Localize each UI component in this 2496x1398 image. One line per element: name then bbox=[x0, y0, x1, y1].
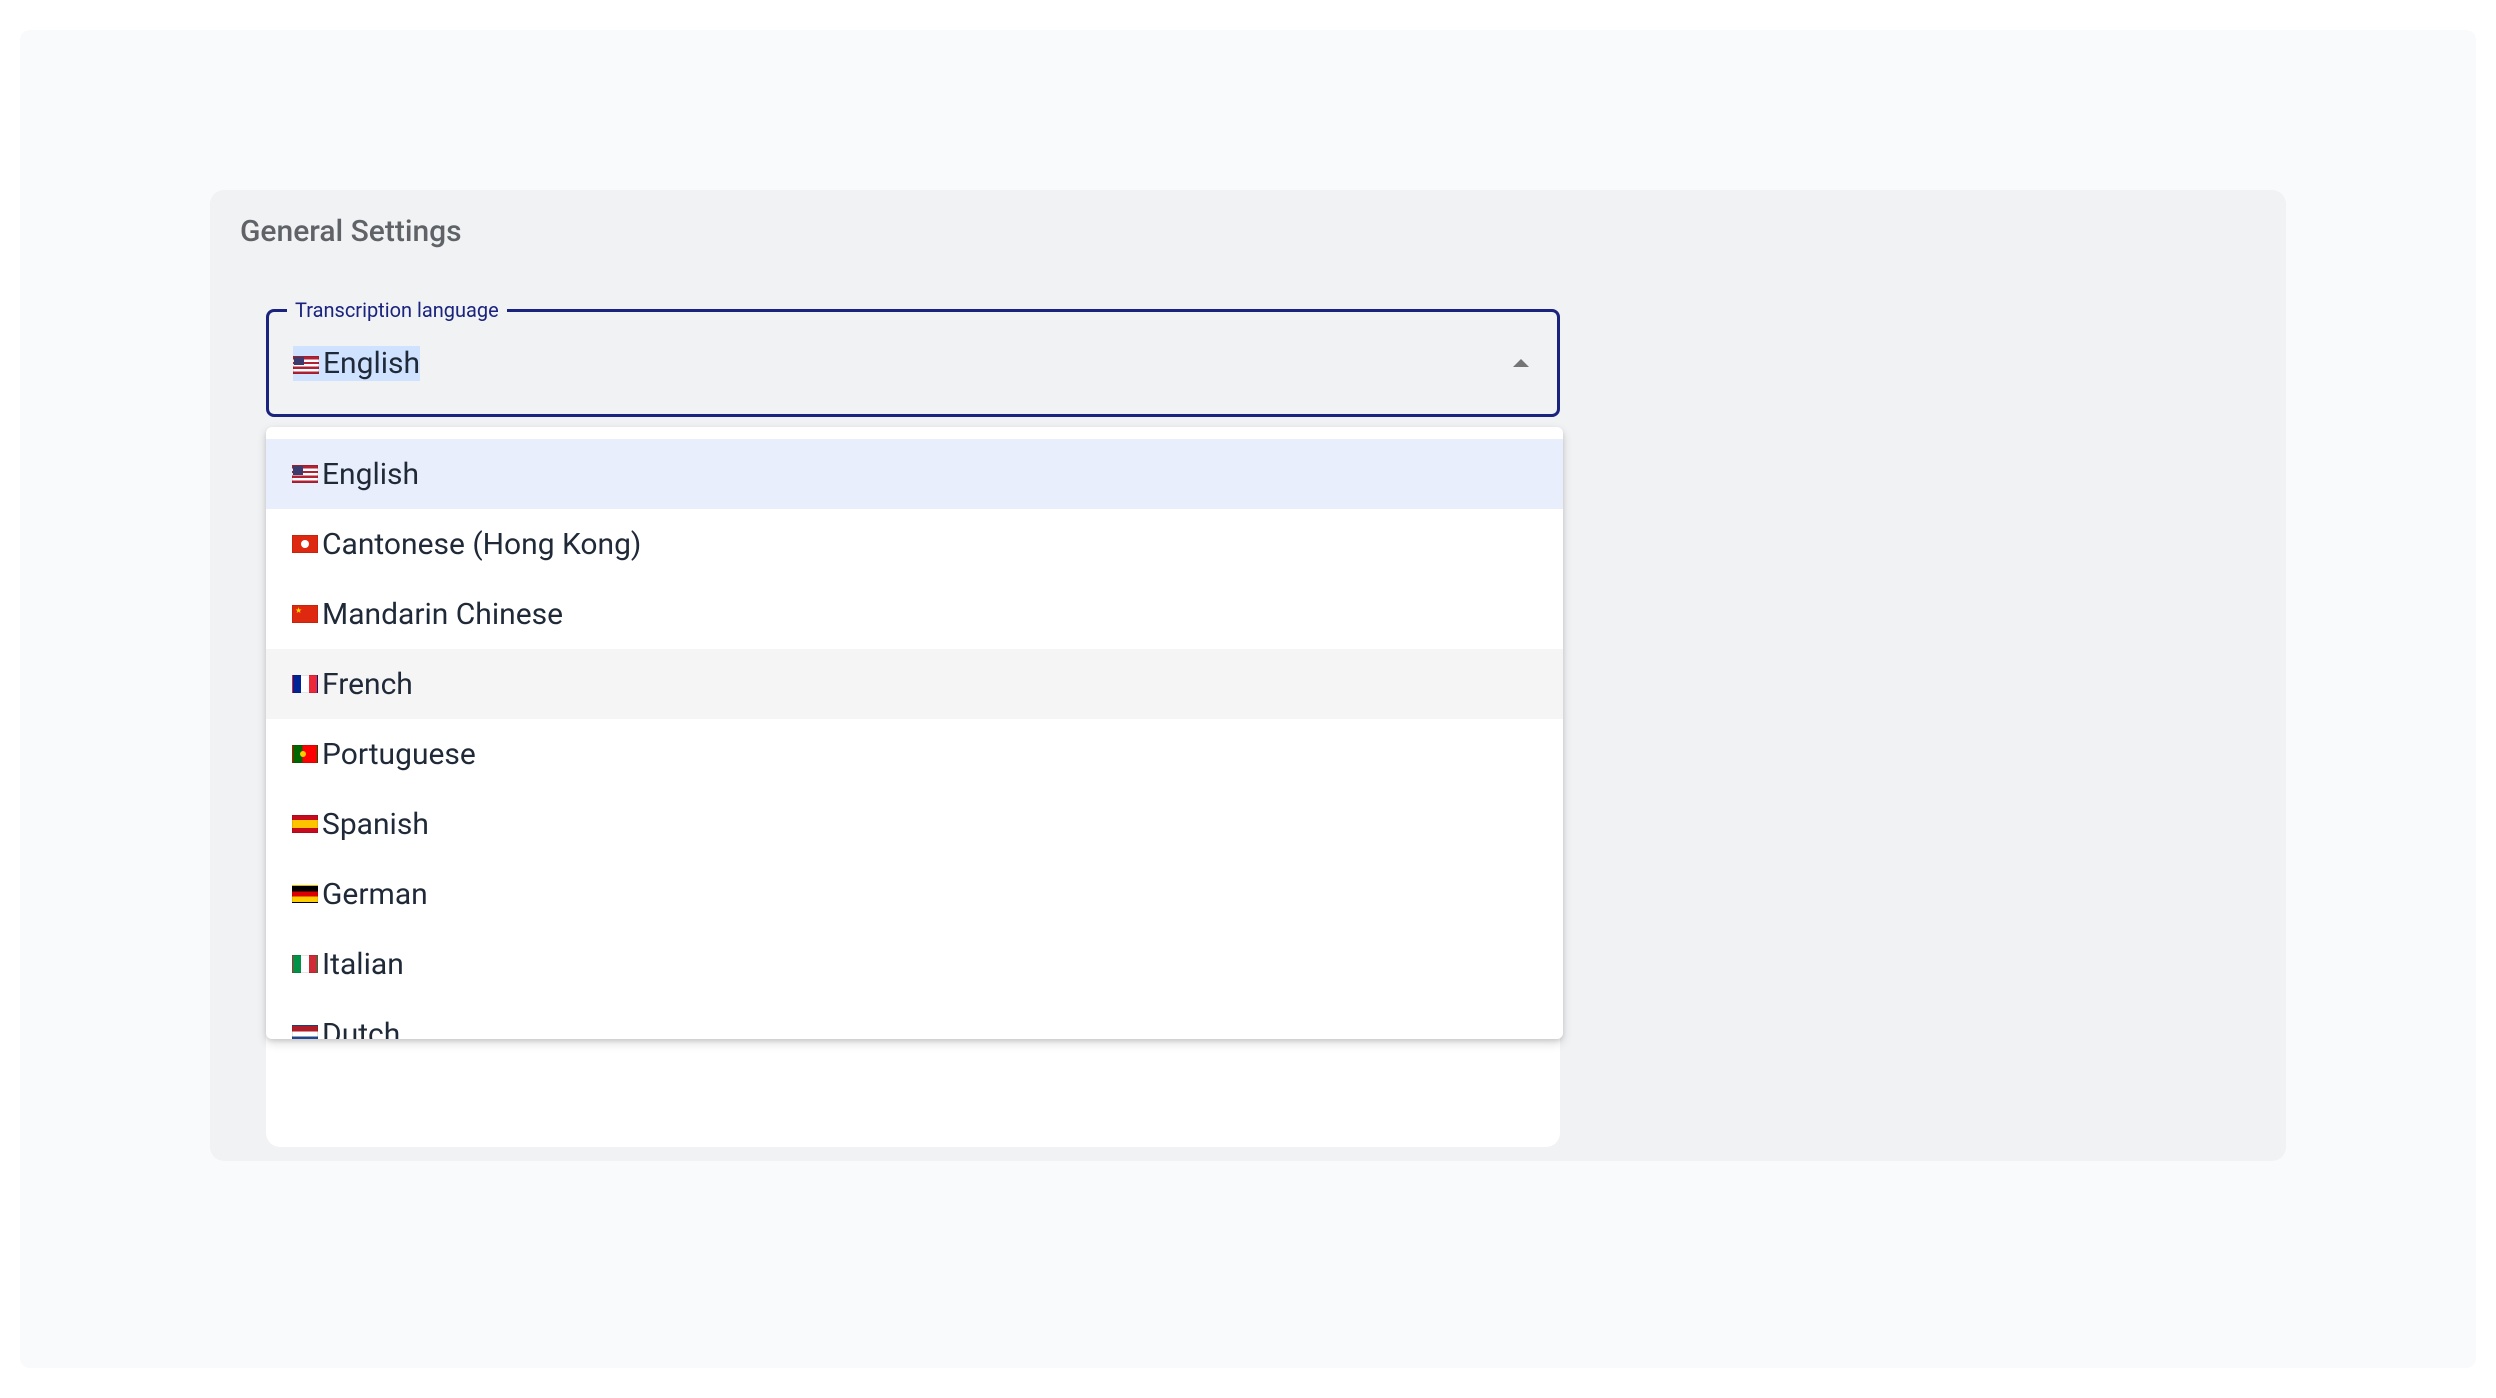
flag-pt-icon bbox=[292, 745, 318, 763]
language-option-label: French bbox=[322, 667, 413, 702]
language-dropdown-menu: English Cantonese (Hong Kong) Mandarin Chi… bbox=[266, 427, 1563, 1039]
language-option-label: German bbox=[322, 877, 428, 912]
panel-title: General Settings bbox=[240, 214, 2256, 249]
flag-de-icon bbox=[292, 885, 318, 903]
language-option-label: Mandarin Chinese bbox=[322, 597, 563, 632]
flag-it-icon bbox=[292, 955, 318, 973]
page-container: General Settings Te Transcription langua… bbox=[20, 30, 2476, 1368]
flag-us-icon bbox=[292, 465, 318, 483]
select-label: Transcription language bbox=[287, 298, 507, 322]
language-option[interactable]: Dutch bbox=[266, 999, 1563, 1039]
flag-nl-icon bbox=[292, 1025, 318, 1039]
flag-fr-icon bbox=[292, 675, 318, 693]
language-option[interactable]: Portuguese bbox=[266, 719, 1563, 789]
language-option[interactable]: French bbox=[266, 649, 1563, 719]
language-option-label: Spanish bbox=[322, 807, 429, 842]
language-option-label: English bbox=[322, 457, 419, 492]
transcription-language-select[interactable]: Transcription language English bbox=[266, 309, 1560, 417]
flag-us-icon bbox=[293, 356, 319, 374]
language-option-label: Cantonese (Hong Kong) bbox=[322, 527, 641, 562]
flag-cn-icon bbox=[292, 605, 318, 623]
language-option[interactable]: Spanish bbox=[266, 789, 1563, 859]
dropdown-scroll-area[interactable]: English Cantonese (Hong Kong) Mandarin Chi… bbox=[266, 439, 1563, 1039]
language-option[interactable]: Cantonese (Hong Kong) bbox=[266, 509, 1563, 579]
chevron-up-icon bbox=[1513, 359, 1529, 367]
general-settings-panel: General Settings Te Transcription langua… bbox=[210, 190, 2286, 1161]
language-option[interactable]: Italian bbox=[266, 929, 1563, 999]
flag-hk-icon bbox=[292, 535, 318, 553]
flag-es-icon bbox=[292, 815, 318, 833]
select-value: English bbox=[293, 346, 420, 381]
language-option-label: Portuguese bbox=[322, 737, 476, 772]
language-option[interactable]: English bbox=[266, 439, 1563, 509]
transcription-language-select-container: Te Transcription language English Englis… bbox=[266, 309, 1560, 417]
language-option[interactable]: Mandarin Chinese bbox=[266, 579, 1563, 649]
language-option-label: Dutch bbox=[322, 1017, 400, 1040]
language-option-label: Italian bbox=[322, 947, 404, 982]
language-option[interactable]: German bbox=[266, 859, 1563, 929]
